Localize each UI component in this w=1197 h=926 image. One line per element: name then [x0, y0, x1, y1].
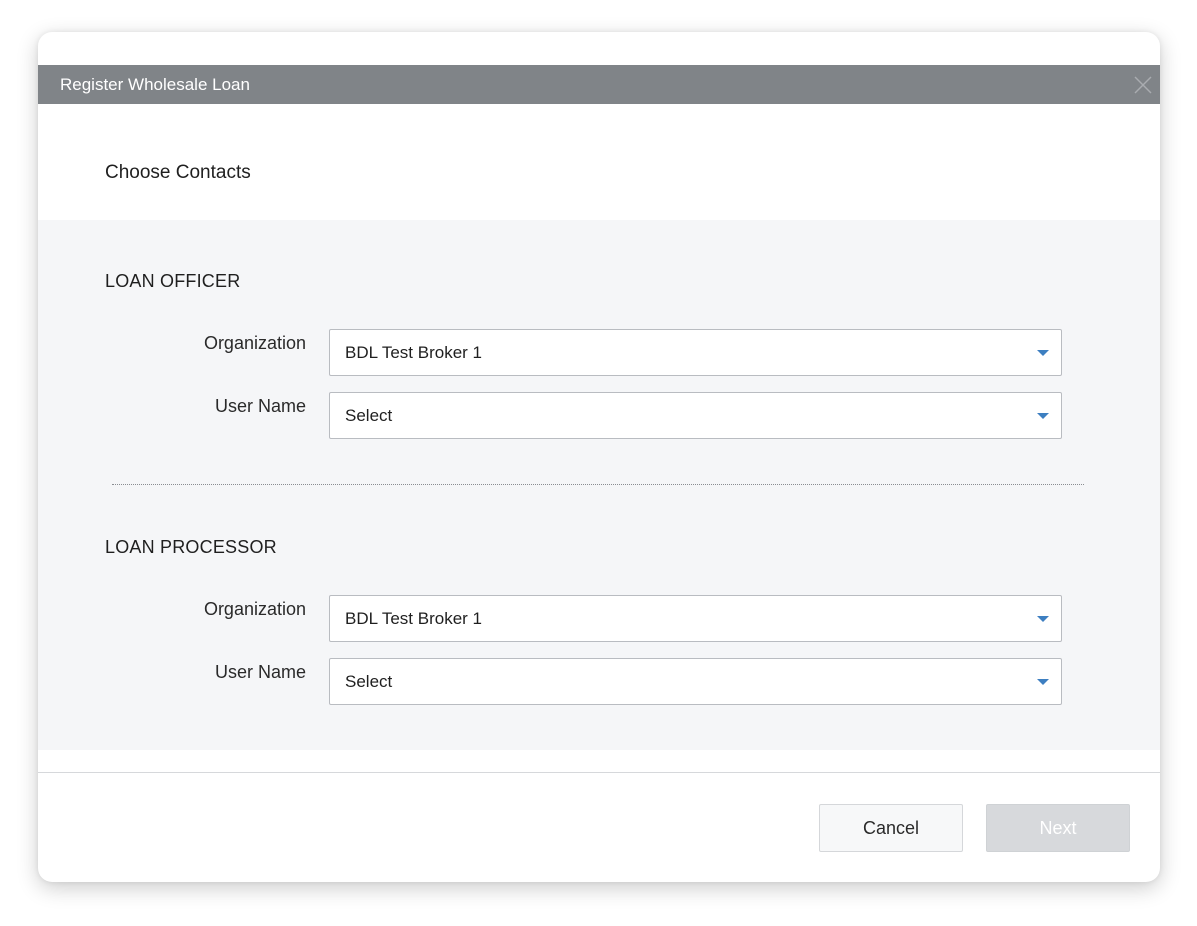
contacts-panel: LOAN OFFICER Organization BDL Test Broke…	[38, 220, 1160, 750]
loan-officer-username-value: Select	[345, 406, 393, 425]
loan-officer-title: LOAN OFFICER	[105, 271, 241, 291]
loan-processor-username-label: User Name	[214, 662, 306, 682]
caret-down-icon	[1037, 616, 1049, 622]
loan-officer-organization-value: BDL Test Broker 1	[345, 343, 483, 362]
loan-processor-title: LOAN PROCESSOR	[105, 537, 277, 557]
register-loan-dialog: Register Wholesale Loan Choose Contacts …	[38, 32, 1160, 882]
loan-officer-username-label: User Name	[214, 396, 306, 416]
loan-processor-username-value: Select	[345, 672, 393, 691]
caret-down-icon	[1037, 679, 1049, 685]
loan-processor-username-select[interactable]: Select	[329, 658, 1062, 705]
footer-divider	[38, 772, 1160, 773]
loan-processor-organization-label: Organization	[203, 599, 306, 619]
loan-officer-username-select[interactable]: Select	[329, 392, 1062, 439]
dialog-title: Register Wholesale Loan	[60, 75, 250, 94]
dialog-titlebar: Register Wholesale Loan	[38, 65, 1160, 104]
close-icon[interactable]	[1132, 74, 1154, 96]
section-divider	[112, 484, 1084, 485]
cancel-button[interactable]: Cancel	[819, 804, 963, 852]
caret-down-icon	[1037, 413, 1049, 419]
loan-officer-organization-select[interactable]: BDL Test Broker 1	[329, 329, 1062, 376]
caret-down-icon	[1037, 350, 1049, 356]
next-button[interactable]: Next	[986, 804, 1130, 852]
section-heading: Choose Contacts	[105, 162, 251, 183]
loan-processor-organization-value: BDL Test Broker 1	[345, 609, 483, 628]
loan-processor-organization-select[interactable]: BDL Test Broker 1	[329, 595, 1062, 642]
loan-officer-organization-label: Organization	[203, 333, 306, 353]
